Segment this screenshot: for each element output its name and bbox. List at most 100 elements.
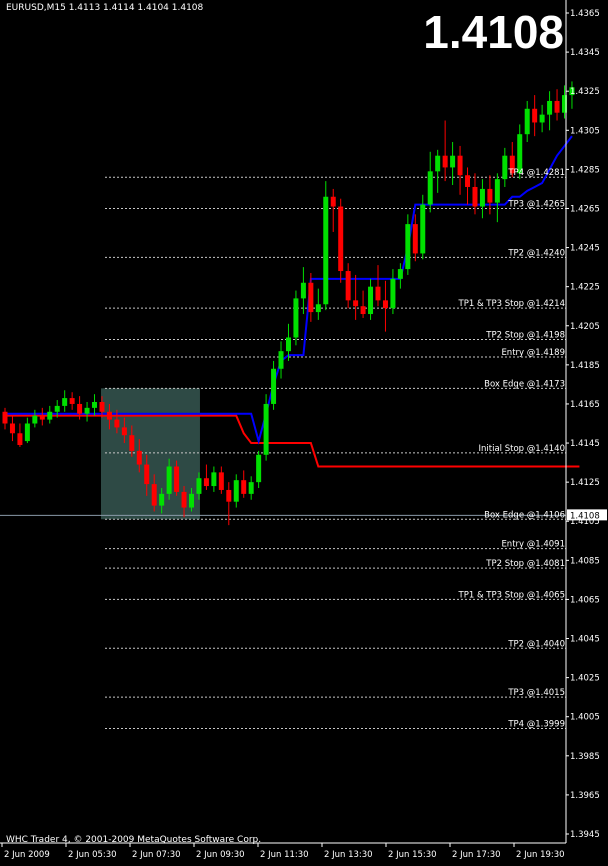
price-tick-label: 1.4185 (570, 361, 600, 371)
copyright-label: WHC Trader 4, © 2001-2009 MetaQuotes Sof… (6, 835, 262, 845)
time-tick-label: 2 Jun 11:30 (260, 850, 309, 860)
candle (382, 280, 388, 332)
candle-body (427, 171, 433, 205)
candle-body (218, 472, 224, 490)
candle (62, 390, 68, 412)
candle-body (442, 155, 448, 168)
candle (92, 394, 98, 416)
time-tick-label: 2 Jun 17:30 (452, 850, 501, 860)
level-label: TP1 & TP3 Stop @1.4214 (458, 299, 565, 309)
candle-body (494, 179, 500, 203)
candle-body (256, 454, 262, 483)
price-tick-label: 1.3985 (570, 752, 600, 762)
candle (293, 290, 299, 346)
price-tick-label: 1.4165 (570, 400, 600, 410)
candle-body (435, 155, 441, 172)
level-label: Box Edge @1.4173 (484, 379, 565, 389)
level-label: TP3 @1.4265 (507, 199, 565, 209)
candle-body (203, 478, 209, 487)
candle (397, 263, 403, 289)
candle-body (293, 298, 299, 338)
candle-body (532, 108, 538, 123)
level-label: TP2 @1.4240 (507, 248, 565, 258)
candle-body (248, 482, 254, 494)
candle (435, 149, 441, 193)
candle (465, 167, 471, 205)
price-tick-label: 1.4005 (570, 713, 600, 723)
candle-body (412, 224, 418, 254)
price-tick-label: 1.4025 (570, 674, 600, 684)
candle-body (554, 100, 560, 113)
candle (300, 267, 306, 315)
level-label: TP2 Stop @1.4198 (485, 330, 565, 340)
price-tick-label: 1.4045 (570, 635, 600, 645)
price-chart[interactable]: TP4 @1.4281 TP3 @1.4265 TP2 @1.4240 TP1 & T… (0, 0, 608, 866)
price-tick-label: 1.4365 (570, 9, 600, 19)
candle-body (278, 351, 284, 369)
price-tick-label: 1.4265 (570, 204, 600, 214)
candle-body (405, 224, 411, 270)
level-label: TP4 @1.4281 (507, 168, 565, 178)
candle (211, 466, 217, 492)
candle-body (211, 472, 217, 487)
candle-body (315, 304, 321, 313)
candle (427, 151, 433, 213)
candle-body (77, 403, 83, 414)
symbol-ohlc-label: EURUSD,M15 1.4113 1.4114 1.4104 1.4108 (6, 3, 204, 13)
level-label: TP2 Stop @1.4081 (485, 559, 565, 569)
candle-body (114, 419, 120, 428)
price-tick-label: 1.4285 (570, 165, 600, 175)
candle (263, 394, 269, 461)
candle (338, 198, 344, 283)
candle (539, 104, 545, 133)
candle-body (136, 450, 142, 465)
candle (375, 265, 381, 307)
candle-body (285, 337, 291, 352)
candle-body (106, 411, 112, 420)
price-tick-label: 1.4125 (570, 478, 600, 488)
candle-body (375, 286, 381, 301)
candle-body (465, 175, 471, 187)
candle (308, 272, 314, 322)
candle (368, 278, 374, 320)
candle-body (9, 423, 15, 434)
level-label: Initial Stop @1.4140 (479, 444, 566, 454)
candle (554, 89, 560, 121)
level-label: Entry @1.4091 (501, 540, 565, 550)
candle (547, 91, 553, 131)
candle (479, 179, 485, 219)
chart-window[interactable]: TP4 @1.4281 TP3 @1.4265 TP2 @1.4240 TP1 & T… (0, 0, 608, 866)
candle (532, 95, 538, 137)
candle-body (92, 401, 98, 408)
current-price-badge-label: 1.4108 (570, 511, 600, 521)
candle-body (196, 478, 202, 494)
candle-body (360, 306, 366, 315)
candle-body (420, 204, 426, 254)
candle-body (472, 186, 478, 207)
candle (524, 100, 530, 143)
candle-body (54, 405, 60, 412)
candle-body (450, 155, 456, 168)
candle (233, 474, 239, 508)
candle (502, 147, 508, 187)
candle (241, 470, 247, 498)
time-tick-label: 2 Jun 13:30 (324, 850, 373, 860)
candle (32, 409, 38, 428)
candle-body (382, 300, 388, 309)
candle (256, 450, 262, 489)
time-tick-label: 2 Jun 05:30 (68, 850, 117, 860)
candle-body (151, 484, 157, 506)
blue-step-line (5, 135, 573, 445)
price-tick-label: 1.4245 (570, 244, 600, 254)
level-label: TP2 @1.4040 (507, 639, 565, 649)
candle (17, 423, 23, 447)
candle-body (47, 411, 53, 420)
candle-body (397, 269, 403, 279)
candle-body (84, 407, 90, 414)
candle-body (166, 466, 172, 494)
candle (24, 417, 30, 444)
candle-body (144, 464, 150, 485)
candle-body (39, 415, 45, 420)
candle-body (32, 415, 38, 424)
level-label: Entry @1.4189 (501, 348, 565, 358)
